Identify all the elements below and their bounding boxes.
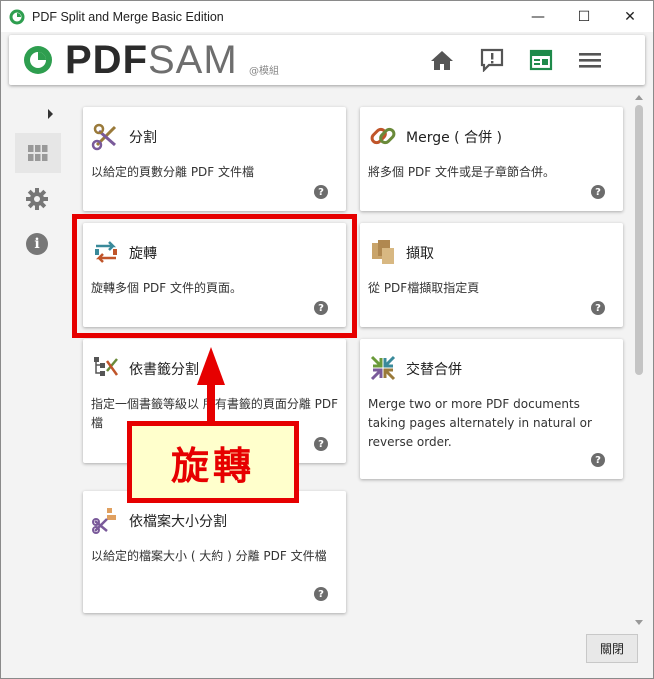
close-window-button[interactable]: ✕ xyxy=(607,1,653,32)
brand-sam: SAM xyxy=(148,38,238,82)
modules-grid-icon[interactable] xyxy=(15,133,61,173)
brand-pdf: PDF xyxy=(65,38,148,82)
title-bar: PDF Split and Merge Basic Edition — ☐ ✕ xyxy=(1,1,653,32)
maximize-button[interactable]: ☐ xyxy=(561,1,607,32)
modules-panel: 分割 以給定的頁數分離 PDF 文件檔 ? Merge ( 合併 ) 將多個 P… xyxy=(71,93,631,629)
menu-icon[interactable] xyxy=(577,47,603,73)
card-title: 擷取 xyxy=(406,246,434,262)
bookmark-split-icon xyxy=(94,357,119,376)
help-icon[interactable]: ? xyxy=(314,587,328,601)
pdfsam-app-icon xyxy=(9,9,25,24)
card-description: 以給定的檔案大小 ( 大約 ) 分離 PDF 文件檔 xyxy=(91,549,327,563)
alternate-mix-icon xyxy=(370,355,396,381)
module-card-extract[interactable]: 擷取 從 PDF檔擷取指定頁 ? xyxy=(360,223,623,327)
scroll-up-arrow-icon[interactable] xyxy=(635,95,643,100)
feedback-icon[interactable] xyxy=(479,47,505,73)
help-icon[interactable]: ? xyxy=(314,185,328,199)
brand-subtitle: @模組 xyxy=(249,66,279,77)
module-card-split[interactable]: 分割 以給定的頁數分離 PDF 文件檔 ? xyxy=(83,107,346,211)
close-button[interactable]: 關閉 xyxy=(586,634,638,663)
card-description: 以給定的頁數分離 PDF 文件檔 xyxy=(91,165,255,179)
help-icon[interactable]: ? xyxy=(314,437,328,451)
scroll-thumb[interactable] xyxy=(635,105,643,375)
brand-logotype: PDFSAM xyxy=(65,38,238,82)
window-title: PDF Split and Merge Basic Edition xyxy=(32,9,224,24)
app-window: PDF Split and Merge Basic Edition — ☐ ✕ … xyxy=(0,0,654,679)
minimize-button[interactable]: — xyxy=(515,1,561,32)
news-icon[interactable] xyxy=(528,47,554,73)
split-by-size-icon xyxy=(92,508,116,534)
module-card-alternate-mix[interactable]: 交替合併 Merge two or more PDF documents tak… xyxy=(360,339,623,479)
card-title: 依書籤分割 xyxy=(129,362,199,378)
pdfsam-logo-icon xyxy=(24,46,52,74)
info-icon[interactable]: i xyxy=(26,233,48,255)
card-description: Merge two or more PDF documents taking p… xyxy=(368,397,592,449)
card-title: 分割 xyxy=(129,130,157,146)
help-icon[interactable]: ? xyxy=(591,185,605,199)
help-icon[interactable]: ? xyxy=(591,301,605,315)
scissors-icon xyxy=(91,123,117,151)
settings-gear-icon[interactable] xyxy=(26,188,48,210)
help-icon[interactable]: ? xyxy=(591,453,605,467)
highlight-box xyxy=(72,214,357,338)
annotation-callout: 旋轉 xyxy=(127,421,299,503)
annotation-arrow-head xyxy=(197,347,225,385)
home-icon[interactable] xyxy=(429,47,455,73)
module-card-merge[interactable]: Merge ( 合併 ) 將多個 PDF 文件或是子章節合併。 ? xyxy=(360,107,623,211)
scroll-down-arrow-icon[interactable] xyxy=(635,620,643,625)
module-card-split-by-size[interactable]: 依檔案大小分割 以給定的檔案大小 ( 大約 ) 分離 PDF 文件檔 ? xyxy=(83,491,346,613)
chain-link-icon xyxy=(370,127,396,145)
card-title: 交替合併 xyxy=(406,362,462,378)
app-header: PDFSAM @模組 xyxy=(9,35,645,85)
card-title: Merge ( 合併 ) xyxy=(406,130,502,146)
card-description: 從 PDF檔擷取指定頁 xyxy=(368,281,480,295)
expand-arrow-icon[interactable] xyxy=(48,109,53,119)
annotation-arrow-shaft xyxy=(207,383,215,423)
extract-pages-icon xyxy=(372,240,394,264)
card-description: 將多個 PDF 文件或是子章節合併。 xyxy=(368,165,556,179)
vertical-scrollbar[interactable] xyxy=(633,93,645,629)
card-title: 依檔案大小分割 xyxy=(129,514,227,530)
